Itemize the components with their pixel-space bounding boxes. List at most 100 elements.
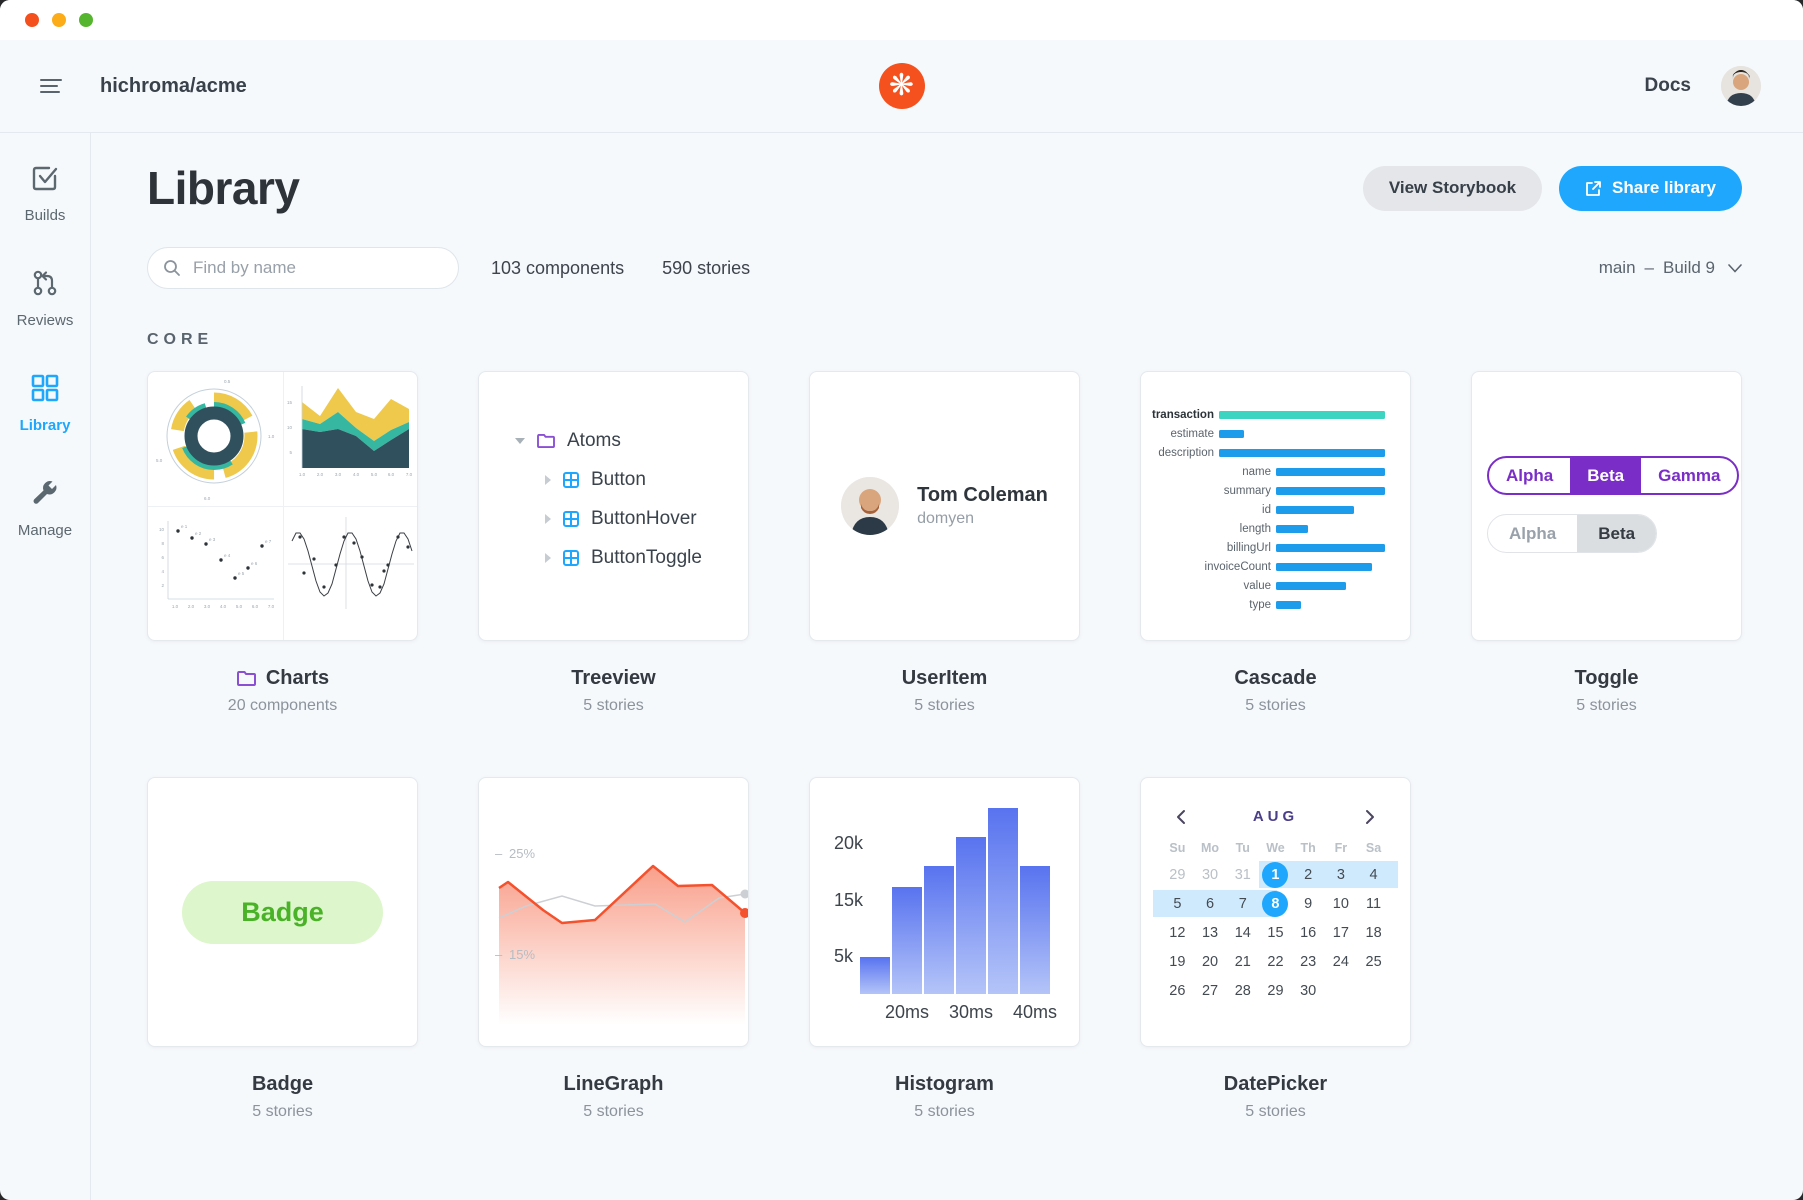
card-cascade[interactable]: transactionestimatedescriptionnamesummar…	[1140, 371, 1411, 641]
svg-text:5.0: 5.0	[156, 458, 163, 463]
branch-name: main	[1599, 258, 1636, 278]
histogram-bar	[860, 957, 890, 994]
avatar-image	[1721, 66, 1761, 106]
calendar-day: 10	[1325, 896, 1358, 912]
header-right: Docs	[1645, 66, 1761, 106]
svg-text:6: 6	[161, 555, 164, 560]
calendar-day: 13	[1194, 925, 1227, 941]
sidebar-item-manage[interactable]: Manage	[18, 478, 72, 539]
build-selector[interactable]: main – Build 9	[1599, 258, 1742, 278]
calendar-day: 22	[1259, 954, 1292, 970]
folder-icon	[236, 670, 257, 687]
close-window-button[interactable]	[25, 13, 39, 27]
calendar-day: 17	[1325, 925, 1358, 941]
svg-text:e 3: e 3	[209, 537, 216, 542]
svg-text:25%: 25%	[509, 846, 535, 861]
card-datepicker[interactable]: AUG SuMoTuWeThFrSa2930311234567891011121…	[1140, 777, 1411, 1047]
share-library-button[interactable]: Share library	[1559, 166, 1742, 211]
card-caption: Treeview 5 stories	[478, 667, 749, 715]
calendar-day: 29	[1161, 867, 1194, 883]
sidebar: Builds Reviews Library Manage	[0, 133, 91, 1200]
prev-month-icon	[1175, 809, 1186, 825]
calendar-day: 30	[1194, 867, 1227, 883]
card-histogram[interactable]: 20k 15k 5k 20ms 30ms 40ms	[809, 777, 1080, 1047]
cascade-row: description	[1141, 448, 1410, 458]
calendar-day: 2	[1292, 867, 1325, 883]
svg-text:2.0: 2.0	[317, 472, 324, 477]
docs-link[interactable]: Docs	[1645, 75, 1691, 97]
calendar-day: 12	[1161, 925, 1194, 941]
cascade-row: length	[1141, 524, 1410, 534]
sidebar-item-builds[interactable]: Builds	[25, 163, 66, 224]
external-link-icon	[1585, 180, 1602, 197]
app-window: hichroma/acme ❋ Docs Builds Reviews Librar…	[0, 0, 1803, 1200]
chevron-right-icon	[545, 553, 551, 563]
calendar-day: 18	[1357, 925, 1390, 941]
svg-text:5.0: 5.0	[371, 472, 378, 477]
card-linegraph[interactable]: –25% –15%	[478, 777, 749, 1047]
titlebar	[0, 0, 1803, 40]
pull-request-icon	[30, 268, 60, 303]
user-avatar[interactable]	[1721, 66, 1761, 106]
svg-text:7.0: 7.0	[406, 472, 413, 477]
tree-row: ButtonHover	[515, 508, 748, 530]
card-badge[interactable]: Badge	[147, 777, 418, 1047]
svg-text:–: –	[495, 846, 503, 861]
calendar-day: 20	[1194, 954, 1227, 970]
view-storybook-button[interactable]: View Storybook	[1363, 166, 1542, 211]
svg-text:3.0: 3.0	[204, 604, 211, 609]
sidebar-item-label: Manage	[18, 522, 72, 539]
component-icon	[562, 471, 580, 489]
component-icon	[562, 510, 580, 528]
breadcrumb[interactable]: hichroma/acme	[100, 75, 247, 98]
sidebar-item-reviews[interactable]: Reviews	[17, 268, 74, 329]
svg-text:5: 5	[289, 450, 292, 455]
card-caption: Charts 20 components	[147, 667, 418, 715]
build-number: Build 9	[1663, 258, 1715, 278]
svg-text:15: 15	[287, 400, 293, 405]
app-logo-icon[interactable]: ❋	[879, 63, 925, 109]
search-icon	[163, 259, 181, 282]
card-treeview[interactable]: Atoms Button ButtonHover	[478, 371, 749, 641]
svg-text:2.0: 2.0	[188, 604, 195, 609]
svg-text:1.0: 1.0	[299, 472, 306, 477]
calendar-day: 25	[1357, 954, 1390, 970]
cascade-rows: transactionestimatedescriptionnamesummar…	[1141, 372, 1410, 610]
cascade-row: name	[1141, 467, 1410, 477]
weekday-label: Tu	[1226, 841, 1259, 855]
calendar-day: 8	[1259, 896, 1292, 912]
weekday-label: Sa	[1357, 841, 1390, 855]
card-charts[interactable]: 0.5 1.0 5.0 6.0	[147, 371, 418, 641]
search-input[interactable]	[147, 247, 459, 289]
segmented-control-primary: Alpha Beta Gamma	[1487, 456, 1739, 495]
histogram-bar	[892, 887, 922, 994]
weekday-label: Mo	[1194, 841, 1227, 855]
main-content: Library View Storybook Share library	[91, 133, 1803, 1200]
weekday-label: Fr	[1325, 841, 1358, 855]
folder-icon	[536, 433, 556, 449]
calendar-day: 6	[1194, 896, 1227, 912]
card-toggle[interactable]: Alpha Beta Gamma Alpha Beta	[1471, 371, 1742, 641]
card-useritem[interactable]: Tom Coleman domyen	[809, 371, 1080, 641]
svg-text:10: 10	[159, 527, 165, 532]
card-caption: UserItem 5 stories	[809, 667, 1080, 715]
svg-text:6.0: 6.0	[252, 604, 259, 609]
svg-text:e 2: e 2	[195, 531, 202, 536]
tree-row: Button	[515, 469, 748, 491]
sine-chart-thumbnail	[284, 507, 418, 640]
calendar-day: 4	[1357, 867, 1390, 883]
minimize-window-button[interactable]	[52, 13, 66, 27]
sidebar-item-library[interactable]: Library	[20, 373, 71, 434]
calendar-day: 5	[1161, 896, 1194, 912]
chevron-down-icon	[1728, 264, 1742, 273]
hamburger-menu-icon[interactable]	[40, 78, 62, 94]
card-caption: DatePicker 5 stories	[1140, 1073, 1411, 1121]
calendar-day: 19	[1161, 954, 1194, 970]
histogram-bar	[956, 837, 986, 994]
card-caption: Histogram 5 stories	[809, 1073, 1080, 1121]
cascade-row: transaction	[1141, 410, 1410, 420]
calendar-day: 11	[1357, 896, 1390, 912]
svg-text:2: 2	[161, 583, 164, 588]
sidebar-item-label: Library	[20, 417, 71, 434]
zoom-window-button[interactable]	[79, 13, 93, 27]
